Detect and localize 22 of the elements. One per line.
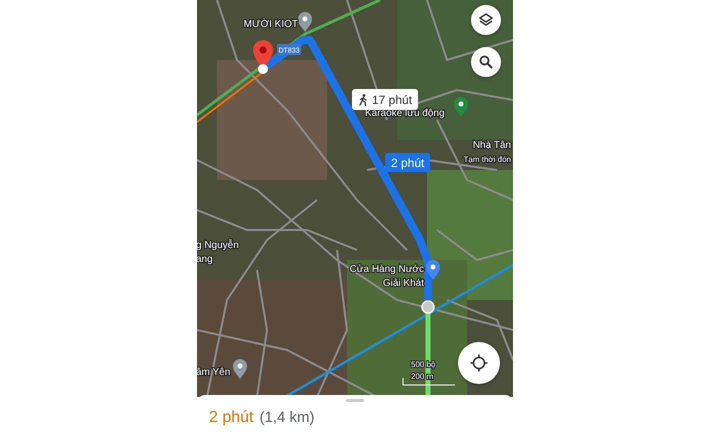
walking-time-callout[interactable]: 17 phút: [352, 89, 418, 110]
place-label[interactable]: Karaoke lưu động: [365, 108, 445, 119]
search-icon: [479, 55, 493, 69]
place-pin-icon[interactable]: [233, 359, 247, 379]
place-label[interactable]: Nhà Tân: [472, 140, 511, 151]
place-label[interactable]: Tạm thời đón: [464, 155, 511, 164]
crosshair-icon: [470, 354, 488, 372]
layers-icon: [478, 12, 494, 28]
trip-duration: 2 phút: [209, 409, 254, 427]
walking-person-icon: [358, 94, 368, 106]
place-label[interactable]: MƯỜI KIOT: [244, 19, 298, 30]
place-pin-icon[interactable]: [298, 12, 312, 32]
trip-distance: (1,4 km): [259, 409, 314, 426]
drag-handle[interactable]: [346, 399, 364, 402]
place-label[interactable]: Giải Khát: [382, 278, 424, 289]
place-label[interactable]: Cửa Hàng Nước: [350, 264, 424, 275]
walking-time: 17 phút: [372, 92, 412, 106]
route-end-dot: [421, 300, 435, 314]
driving-time-label[interactable]: 2 phút: [385, 153, 430, 172]
place-pin-icon[interactable]: [426, 260, 440, 280]
place-pin-icon[interactable]: [454, 97, 468, 117]
start-point-icon: [258, 64, 268, 74]
